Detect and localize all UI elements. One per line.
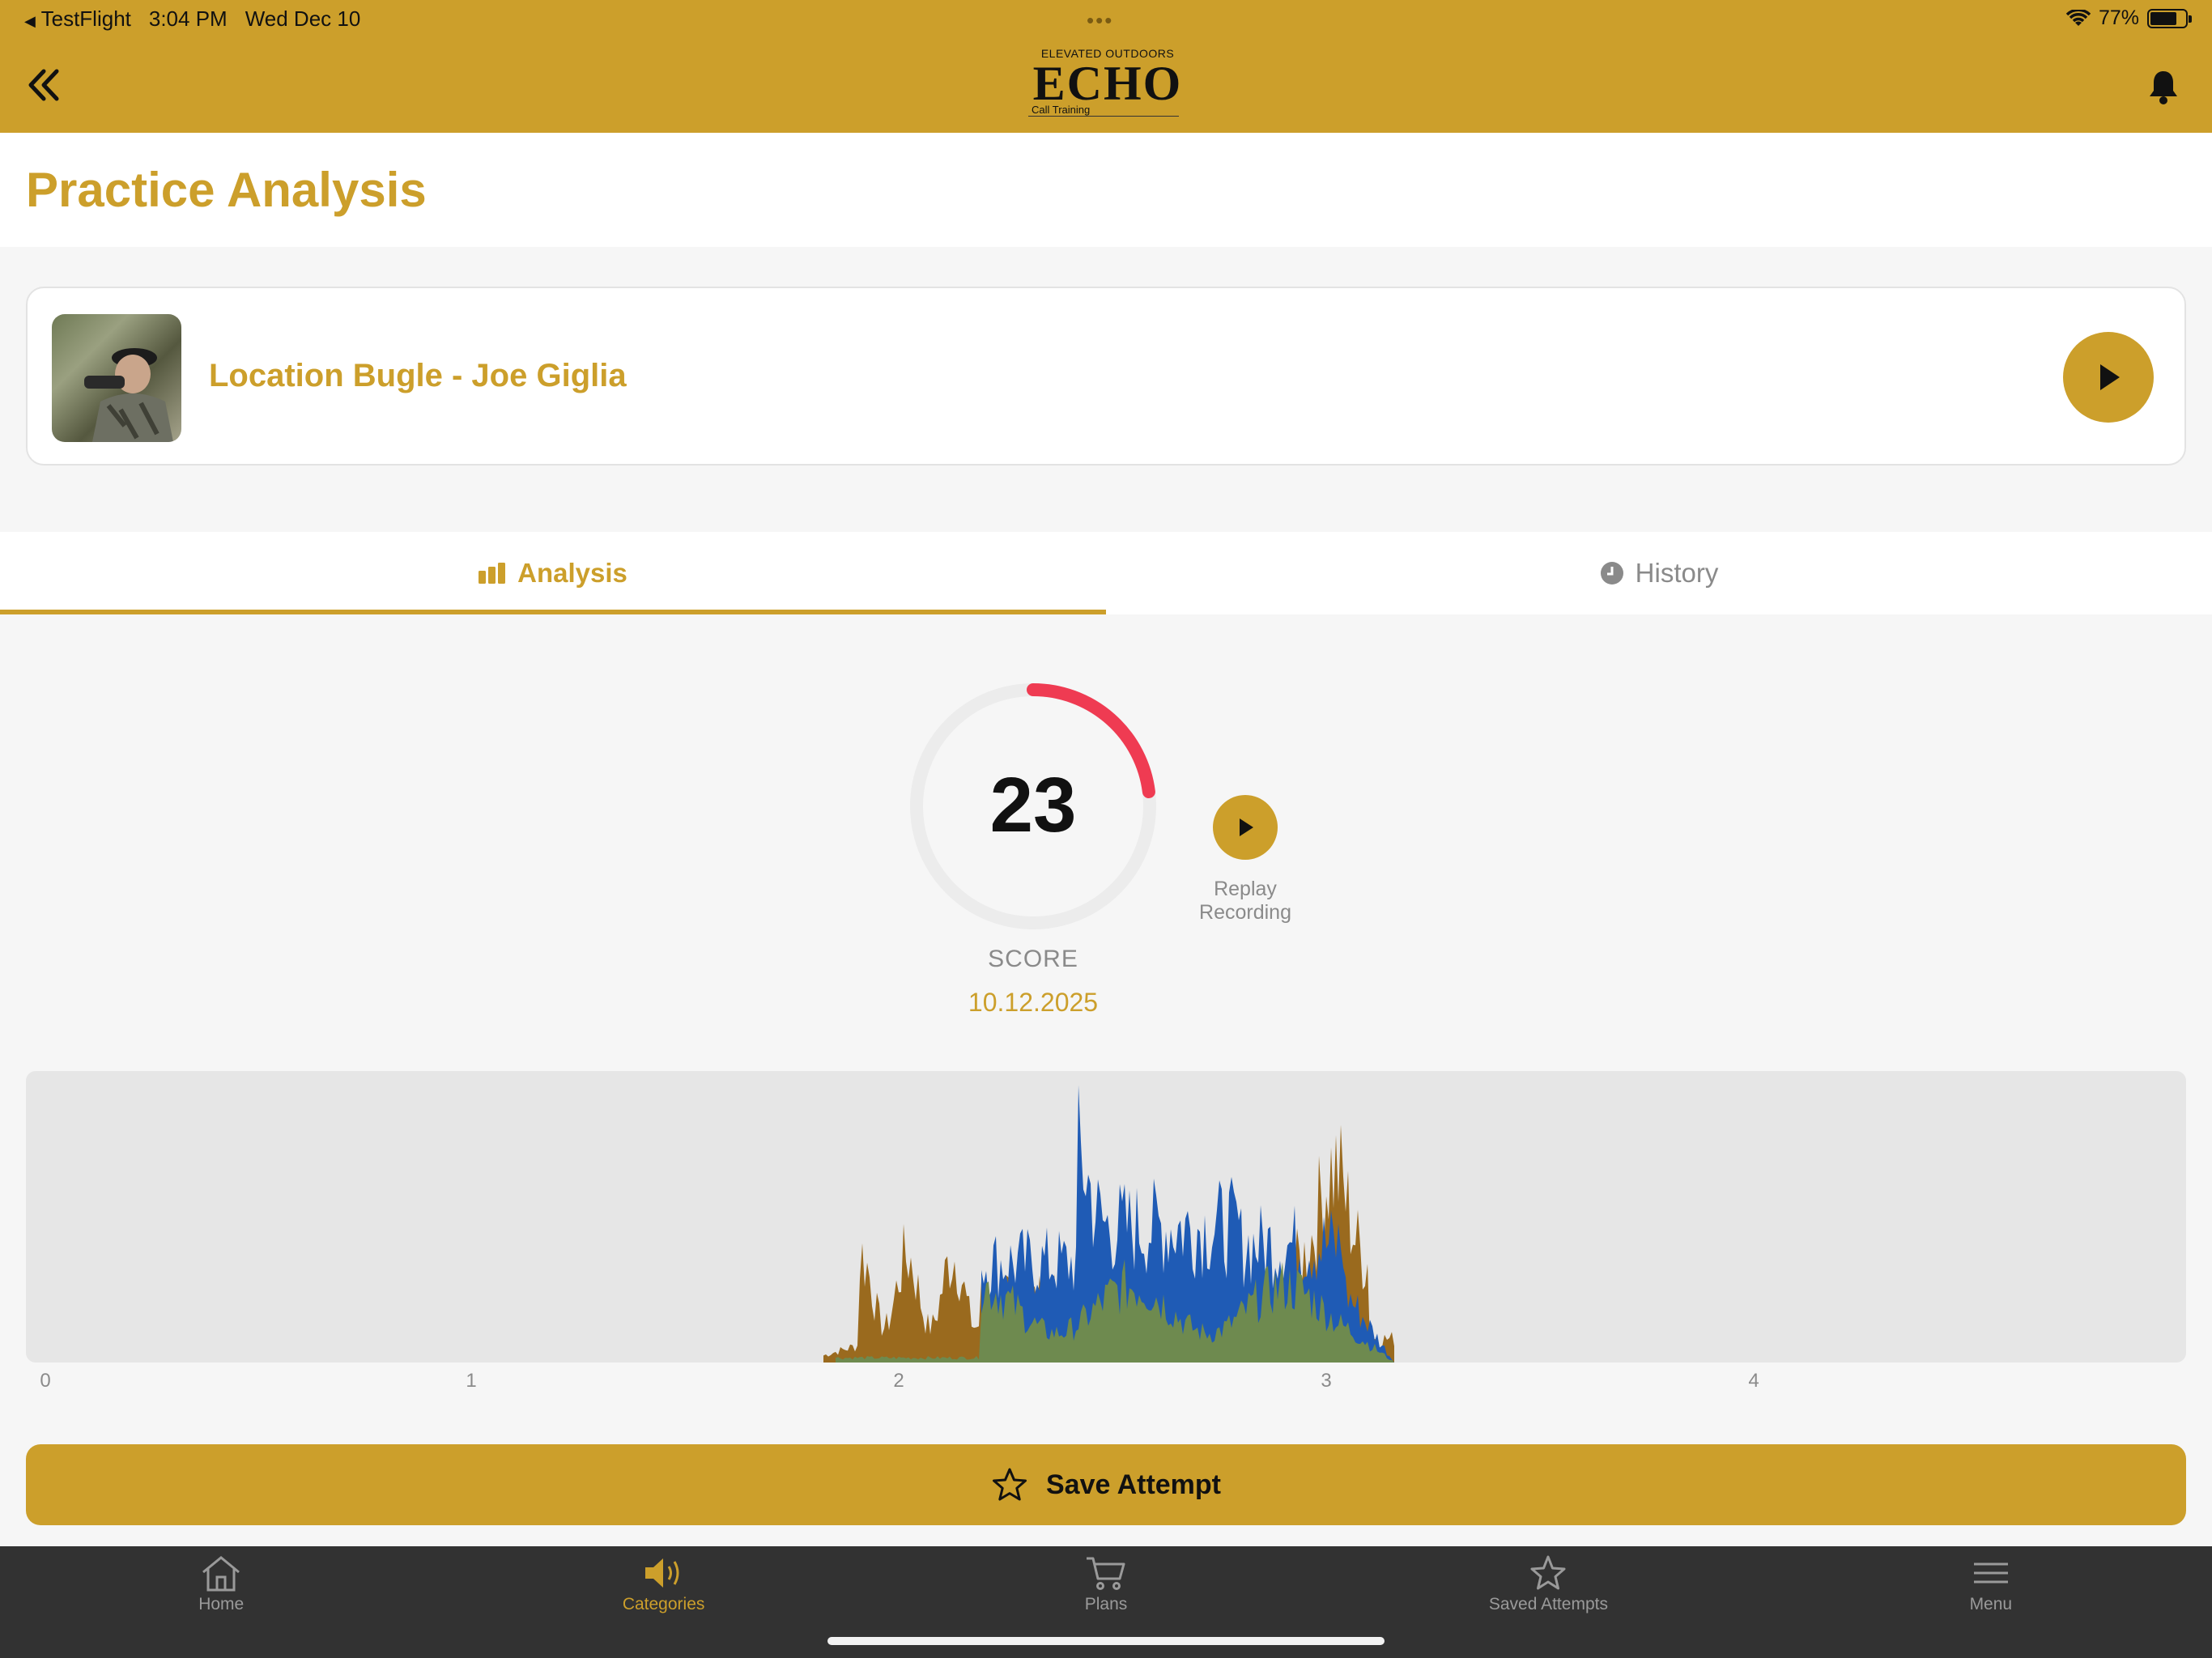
call-card[interactable]: Location Bugle - Joe Giglia: [26, 287, 2186, 466]
x-tick-3: 3: [1321, 1370, 1332, 1392]
save-attempt-label: Save Attempt: [1045, 1469, 1222, 1500]
menu-icon: [1973, 1562, 2008, 1584]
caller-photo: [52, 314, 181, 442]
tab-analysis[interactable]: Analysis: [0, 532, 1106, 614]
star-outline-icon: [992, 1468, 1027, 1501]
replay-recording-button[interactable]: [1213, 795, 1278, 860]
play-reference-button[interactable]: [2063, 332, 2154, 423]
x-tick-1: 1: [466, 1370, 477, 1392]
home-indicator[interactable]: [827, 1637, 1385, 1645]
double-chevron-left-icon[interactable]: [24, 65, 65, 105]
status-time: 3:04 PM: [148, 6, 228, 31]
cart-icon: [1087, 1557, 1125, 1590]
tab-analysis-label: Analysis: [517, 558, 627, 588]
tab-history[interactable]: History: [1106, 532, 2212, 614]
tab-history-label: History: [1635, 558, 1719, 588]
nav-categories[interactable]: Categories: [442, 1546, 884, 1658]
multitask-dots-icon[interactable]: •••: [1087, 8, 1113, 33]
play-icon: [1240, 818, 1253, 836]
nav-home-label: Home: [198, 1595, 245, 1613]
echo-logo: ELEVATED OUTDOORS ECHO Call Training: [1028, 47, 1187, 125]
status-bar-left: ◀ TestFlight 3:04 PM Wed Dec 10: [24, 6, 360, 32]
save-attempt-button[interactable]: Save Attempt: [26, 1444, 2186, 1525]
status-bar-right: 77%: [2065, 6, 2192, 30]
page-title: Practice Analysis: [26, 163, 427, 217]
x-tick-0: 0: [40, 1370, 51, 1392]
replay-recording-label: Replay Recording: [1199, 878, 1291, 924]
nav-menu-label: Menu: [1969, 1595, 2013, 1613]
star-icon: [1530, 1555, 1566, 1590]
score-date: 10.12.2025: [968, 988, 1099, 1017]
clock-icon: [1600, 562, 1623, 585]
home-icon: [202, 1556, 240, 1592]
x-tick-2: 2: [893, 1370, 904, 1392]
bell-icon[interactable]: [2146, 68, 2181, 105]
app-header: ◀ TestFlight 3:04 PM Wed Dec 10 ••• 77% …: [0, 0, 2212, 133]
nav-plans-label: Plans: [1084, 1595, 1128, 1613]
nav-categories-label: Categories: [622, 1595, 705, 1613]
nav-saved-attempts[interactable]: Saved Attempts: [1327, 1546, 1769, 1658]
wifi-icon: [2065, 9, 2091, 26]
status-back-app[interactable]: ◀ TestFlight: [24, 6, 131, 32]
x-tick-4: 4: [1748, 1370, 1759, 1392]
analysis-tabs: Analysis History: [0, 532, 2212, 614]
nav-saved-attempts-label: Saved Attempts: [1488, 1595, 1608, 1613]
call-title: Location Bugle - Joe Giglia: [209, 358, 627, 393]
nav-home[interactable]: Home: [0, 1546, 442, 1658]
status-date: Wed Dec 10: [245, 6, 361, 31]
score-value: 23: [989, 762, 1077, 848]
battery-icon: [2147, 8, 2192, 28]
nav-menu[interactable]: Menu: [1770, 1546, 2212, 1658]
score-label: SCORE: [988, 946, 1078, 972]
waveform-chart: [26, 1071, 2186, 1363]
speaker-icon: [644, 1558, 679, 1588]
title-strip: Practice Analysis: [0, 133, 2212, 247]
bar-chart-icon: [479, 563, 506, 584]
play-icon: [2100, 364, 2120, 390]
battery-percent: 77%: [2098, 6, 2139, 29]
